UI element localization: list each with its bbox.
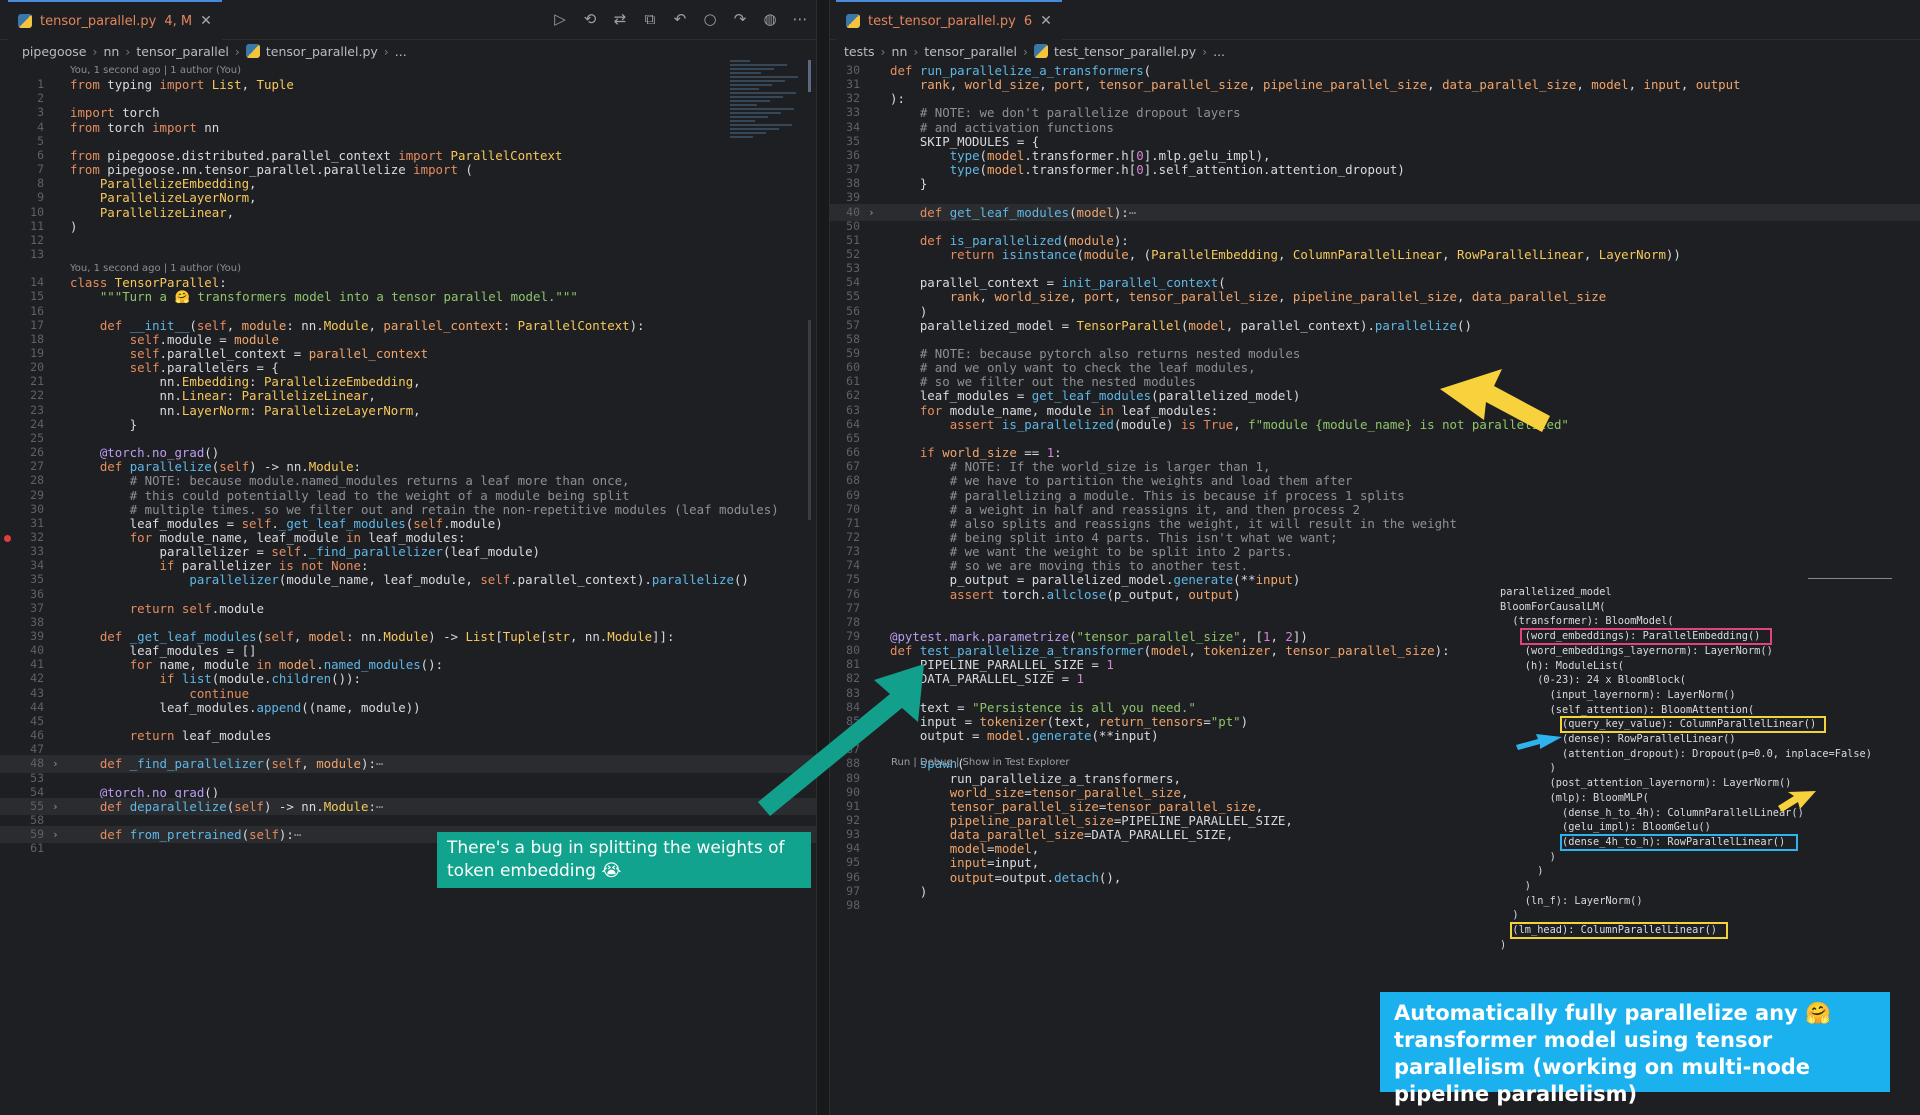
editor-window: tensor_parallel.py 4, M ✕ ▷ ⟲ ⇄ ⧉ ↶ ○ ↷ …: [0, 0, 1920, 1115]
annotation-arrows: [758, 369, 1816, 816]
blue-arrow: [1516, 734, 1562, 750]
yellow-arrow-small: [1778, 791, 1816, 812]
teal-arrow: [758, 664, 924, 816]
yellow-arrow-top: [1440, 369, 1550, 432]
auto-parallel-callout: Automatically fully parallelize any 🤗 tr…: [1380, 992, 1890, 1106]
